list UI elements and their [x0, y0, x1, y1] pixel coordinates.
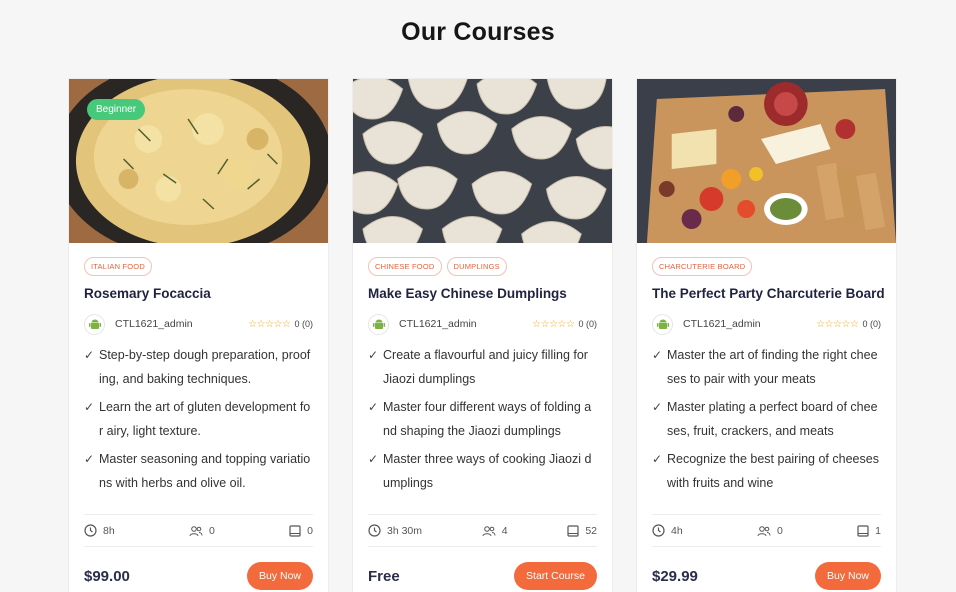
students-count: 0 [777, 524, 783, 537]
learning-point: ✓ Master seasoning and topping variations… [84, 447, 313, 495]
clock-icon [84, 524, 97, 537]
check-icon: ✓ [652, 400, 663, 414]
course-thumbnail[interactable] [353, 79, 612, 243]
course-meta: 3h 30m 4 52 [368, 514, 597, 547]
course-thumbnail[interactable] [637, 79, 896, 243]
rating-count: 0 (0) [578, 319, 597, 329]
start-course-button[interactable]: Start Course [514, 562, 597, 590]
section-title: Our Courses [401, 18, 555, 46]
rating-stars-icon: ☆☆☆☆☆ [532, 318, 575, 330]
android-avatar-icon [84, 313, 105, 335]
level-badge: Beginner [87, 99, 146, 120]
clock-icon [652, 524, 665, 537]
learning-point: ✓ Master three ways of cooking Jiaozi dum… [368, 447, 597, 495]
category-tag[interactable]: CHINESE FOOD [368, 257, 442, 276]
course-meta: 8h 0 0 [84, 514, 313, 547]
check-icon: ✓ [652, 348, 663, 362]
learning-point: ✓ Learn the art of gluten development for… [84, 395, 313, 443]
students-icon [757, 525, 771, 536]
duration-text: 8h [103, 524, 115, 537]
rating-count: 0 (0) [294, 319, 313, 329]
course-thumbnail[interactable]: Beginner [69, 79, 328, 243]
charcuterie-image [637, 79, 896, 243]
students-count: 4 [501, 524, 508, 537]
duration-text: 3h 30m [387, 524, 423, 537]
learning-points: ✓ Create a flavourful and juicy filling f… [368, 343, 597, 500]
check-icon: ✓ [368, 452, 379, 466]
category-tag[interactable]: ITALIAN FOOD [84, 257, 152, 276]
course-card[interactable]: CHARCUTERIE BOARD The Perfect Party Char… [636, 78, 897, 592]
lessons-count: 1 [875, 524, 881, 537]
lessons-icon [857, 524, 869, 537]
students-icon [482, 525, 496, 536]
learning-point: ✓ Step-by-step dough preparation, proofin… [84, 343, 313, 391]
learning-point: ✓ Master the art of finding the right che… [652, 343, 881, 391]
check-icon: ✓ [368, 400, 379, 414]
rating-stars-icon: ☆☆☆☆☆ [816, 318, 859, 330]
course-card[interactable]: CHINESE FOOD DUMPLINGS Make Easy Chinese… [352, 78, 613, 592]
learning-points: ✓ Step-by-step dough preparation, proofin… [84, 343, 313, 500]
category-tag[interactable]: DUMPLINGS [446, 257, 507, 276]
lessons-count: 0 [307, 524, 313, 537]
course-meta: 4h 0 1 [652, 514, 881, 547]
duration-text: 4h [671, 524, 683, 537]
course-price: $29.99 [652, 567, 698, 585]
android-avatar-icon [652, 313, 673, 335]
course-price: Free [368, 567, 400, 585]
buy-now-button[interactable]: Buy Now [246, 562, 313, 590]
check-icon: ✓ [368, 348, 379, 362]
tag-list: CHARCUTERIE BOARD [652, 257, 881, 276]
rating-count: 0 (0) [862, 319, 881, 329]
author-row: CTL1621_admin ☆☆☆☆☆ 0 (0) [652, 313, 881, 335]
dumplings-image [353, 79, 612, 243]
card-footer: $99.00 Buy Now [84, 562, 313, 590]
check-icon: ✓ [84, 400, 95, 414]
clock-icon [368, 524, 381, 537]
rating-stars-icon: ☆☆☆☆☆ [248, 318, 291, 330]
learning-point: ✓ Master plating a perfect board of chees… [652, 395, 881, 443]
category-tag[interactable]: CHARCUTERIE BOARD [652, 257, 753, 276]
check-icon: ✓ [84, 452, 95, 466]
author-row: CTL1621_admin ☆☆☆☆☆ 0 (0) [368, 313, 597, 335]
learning-point: ✓ Create a flavourful and juicy filling f… [368, 343, 597, 391]
lessons-icon [289, 524, 301, 537]
course-title[interactable]: Make Easy Chinese Dumplings [368, 286, 597, 301]
course-title[interactable]: The Perfect Party Charcuterie Board [652, 286, 885, 301]
card-footer: Free Start Course [368, 562, 597, 590]
check-icon: ✓ [652, 452, 663, 466]
course-price: $99.00 [84, 567, 130, 585]
course-title[interactable]: Rosemary Focaccia [84, 286, 313, 301]
android-avatar-icon [368, 313, 389, 335]
check-icon: ✓ [84, 348, 95, 362]
students-count: 0 [209, 524, 215, 537]
buy-now-button[interactable]: Buy Now [814, 562, 881, 590]
course-card[interactable]: Beginner ITALIAN FOOD Rosemary Focaccia … [68, 78, 329, 592]
author-name[interactable]: CTL1621_admin [683, 318, 816, 330]
learning-points: ✓ Master the art of finding the right che… [652, 343, 881, 500]
learning-point: ✓ Master four different ways of folding a… [368, 395, 597, 443]
students-icon [189, 525, 203, 536]
tag-list: CHINESE FOOD DUMPLINGS [368, 257, 597, 276]
lessons-count: 52 [585, 524, 597, 537]
learning-point: ✓ Recognize the best pairing of cheeses w… [652, 447, 881, 495]
tag-list: ITALIAN FOOD [84, 257, 313, 276]
author-name[interactable]: CTL1621_admin [115, 318, 248, 330]
lessons-icon [567, 524, 579, 537]
author-name[interactable]: CTL1621_admin [399, 318, 532, 330]
author-row: CTL1621_admin ☆☆☆☆☆ 0 (0) [84, 313, 313, 335]
card-footer: $29.99 Buy Now [652, 562, 881, 590]
